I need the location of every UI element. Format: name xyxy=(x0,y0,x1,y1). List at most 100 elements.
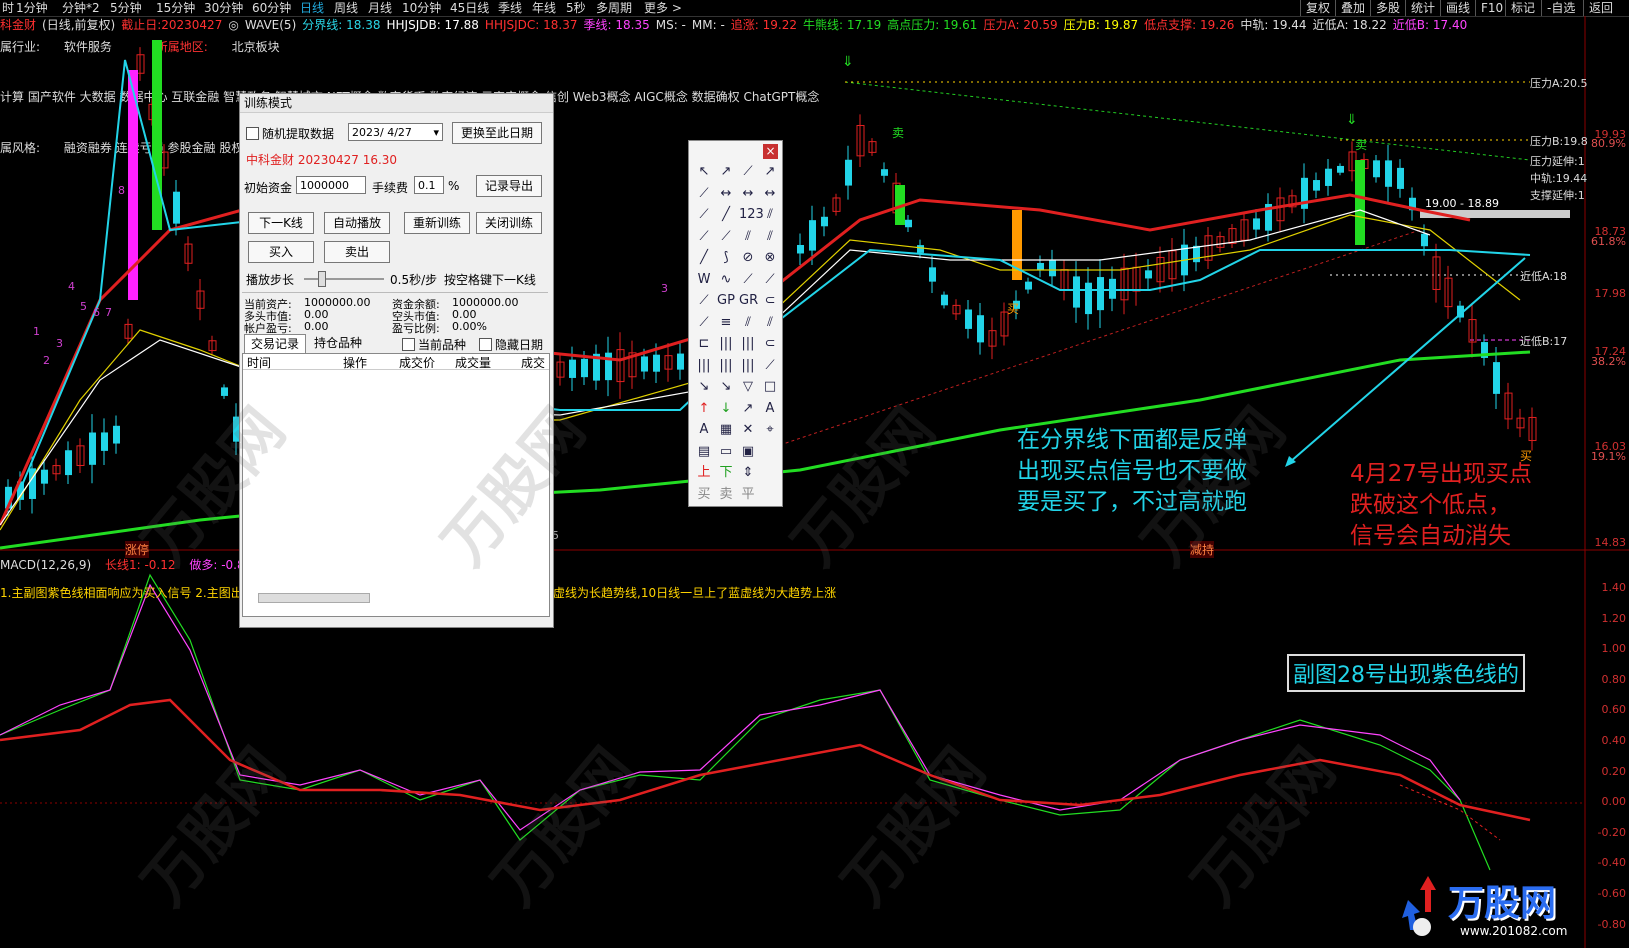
hide-date-checkbox[interactable] xyxy=(479,338,492,351)
drawing-tool-icon[interactable]: ╱ xyxy=(717,206,735,224)
drawing-tool-icon[interactable]: ⟆ xyxy=(717,249,735,267)
drawing-tool-icon[interactable]: ⫽ xyxy=(761,206,779,224)
drawing-tool-icon[interactable]: ||| xyxy=(739,357,757,375)
drawing-tool-icon[interactable]: 买 xyxy=(695,486,713,504)
drawing-tool-icon[interactable]: ||| xyxy=(717,335,735,353)
drawing-tool-icon[interactable]: ↑ xyxy=(695,400,713,418)
column-header[interactable]: 成交量 xyxy=(455,354,491,371)
column-header[interactable]: 成交价 xyxy=(399,354,435,371)
drawing-tool-icon[interactable]: ⟋ xyxy=(695,292,713,310)
drawing-toolbox[interactable]: × ↖ ↗ ⟋ ↗ ⟋ ↔ ↔ ↔ ⟋ ╱ 123 ⫽ ⟋ ⟋ ⫽ ⫽ ╱ ⟆ ⊘ ⊗ W ∿ ⟋ ⟋ ⟋ GP GR ⊂ ⟋ ≡ ⫽ ⫽ ⊏ |… xyxy=(688,140,783,507)
drawing-tool-icon[interactable]: 平 xyxy=(739,486,757,504)
buy-button[interactable]: 买入 xyxy=(248,241,314,263)
drawing-tool-icon[interactable]: 下 xyxy=(717,464,735,482)
column-header[interactable]: 操作 xyxy=(343,354,367,371)
drawing-tool-icon[interactable] xyxy=(761,443,779,461)
drawing-tool-icon[interactable]: ↘ xyxy=(695,378,713,396)
fee-label: 手续费 xyxy=(372,181,409,195)
drawing-tool-icon[interactable]: ⟋ xyxy=(761,271,779,289)
restart-button[interactable]: 重新训练 xyxy=(404,212,470,234)
macd-axis-tick: -0.20 xyxy=(1597,825,1626,839)
drawing-tool-icon[interactable]: ⟋ xyxy=(695,314,713,332)
axis-tick: 80.9% xyxy=(1591,137,1626,150)
drawing-tool-icon[interactable]: ||| xyxy=(717,357,735,375)
date-picker[interactable]: 2023/ 4/27 ▾ xyxy=(348,123,443,141)
column-header[interactable]: 时间 xyxy=(247,354,271,371)
drawing-tool-icon[interactable]: ⟋ xyxy=(695,228,713,246)
auto-play-button[interactable]: 自动播放 xyxy=(324,212,390,234)
drawing-tool-icon[interactable]: ▤ xyxy=(695,443,713,461)
drawing-tool-icon[interactable]: ⫽ xyxy=(739,314,757,332)
drawing-tool-icon[interactable]: ||| xyxy=(739,335,757,353)
drawing-tool-icon[interactable]: GP xyxy=(717,292,735,310)
drawing-tool-icon[interactable]: ▦ xyxy=(717,421,735,439)
drawing-tool-icon[interactable] xyxy=(761,464,779,482)
drawing-tool-icon[interactable]: ⟋ xyxy=(717,228,735,246)
drawing-tool-icon[interactable]: ⟋ xyxy=(739,163,757,181)
drawing-tool-icon[interactable]: ╱ xyxy=(695,249,713,267)
drawing-tool-icon[interactable]: ⊘ xyxy=(739,249,757,267)
drawing-tool-icon[interactable]: ⊗ xyxy=(761,249,779,267)
capital-input[interactable]: 1000000 xyxy=(296,176,366,194)
drawing-tool-icon[interactable]: ⌖ xyxy=(761,421,779,439)
drawing-tool-icon[interactable]: ⟋ xyxy=(761,357,779,375)
change-date-button[interactable]: 更换至此日期 xyxy=(452,122,542,144)
close-icon[interactable]: × xyxy=(763,144,778,159)
drawing-tool-icon[interactable]: ↗ xyxy=(761,163,779,181)
stock-info: 中科金财 20230427 16.30 xyxy=(246,153,398,167)
drawing-tool-icon[interactable]: ||| xyxy=(695,357,713,375)
drawing-tool-icon[interactable]: ⫽ xyxy=(761,228,779,246)
drawing-tool-icon[interactable]: □ xyxy=(761,378,779,396)
current-checkbox[interactable] xyxy=(402,338,415,351)
drawing-tool-icon[interactable]: ↗ xyxy=(739,400,757,418)
tab-holdings[interactable]: 持仓品种 xyxy=(308,334,368,352)
drawing-tool-icon[interactable]: ↔ xyxy=(739,185,757,203)
candle xyxy=(917,245,924,253)
drawing-tool-icon[interactable]: A xyxy=(761,400,779,418)
drawing-tool-icon[interactable]: ∿ xyxy=(717,271,735,289)
step-slider-thumb[interactable] xyxy=(318,271,326,287)
drawing-tool-icon[interactable]: ↖ xyxy=(695,163,713,181)
drawing-tool-icon[interactable]: ⊂ xyxy=(761,335,779,353)
drawing-tool-icon[interactable]: ⟋ xyxy=(695,185,713,203)
drawing-tool-icon[interactable]: ↓ xyxy=(717,400,735,418)
drawing-tool-icon[interactable]: ▽ xyxy=(739,378,757,396)
sell-button[interactable]: 卖出 xyxy=(324,241,390,263)
close-training-button[interactable]: 关闭训练 xyxy=(476,212,542,234)
drawing-tool-icon[interactable]: ⟋ xyxy=(695,206,713,224)
drawing-tool-icon[interactable]: ↘ xyxy=(717,378,735,396)
drawing-tool-icon[interactable]: ⊏ xyxy=(695,335,713,353)
drawing-tool-icon[interactable]: 卖 xyxy=(717,486,735,504)
drawing-tool-icon[interactable]: A xyxy=(695,421,713,439)
drawing-tool-icon[interactable]: ↔ xyxy=(717,185,735,203)
drawing-tool-icon[interactable]: ⫽ xyxy=(761,314,779,332)
drawing-tool-icon[interactable]: ▭ xyxy=(717,443,735,461)
dialog-title: 训练模式 xyxy=(240,94,553,113)
candle xyxy=(1325,168,1332,186)
drawing-tool-icon[interactable]: ✕ xyxy=(739,421,757,439)
drawing-tool-icon[interactable]: ↗ xyxy=(717,163,735,181)
drawing-tool-icon[interactable]: ▣ xyxy=(739,443,757,461)
drawing-tool-icon[interactable]: ↔ xyxy=(761,185,779,203)
step-slider[interactable] xyxy=(304,278,384,280)
drawing-tool-icon[interactable]: GR xyxy=(739,292,758,310)
drawing-tool-icon[interactable]: W xyxy=(695,271,713,289)
drawing-tool-icon[interactable]: ≡ xyxy=(717,314,735,332)
drawing-tool-icon[interactable]: ⇕ xyxy=(739,464,757,482)
column-header[interactable]: 成交 xyxy=(521,354,545,371)
sell-marker: 卖 xyxy=(1355,138,1368,152)
drawing-tool-icon[interactable]: ⫽ xyxy=(739,228,757,246)
export-button[interactable]: 记录导出 xyxy=(476,175,542,197)
drawing-tool-icon[interactable]: 上 xyxy=(695,464,713,482)
drawing-tool-icon[interactable] xyxy=(761,486,779,504)
next-k-button[interactable]: 下一K线 xyxy=(248,212,314,234)
tab-trades[interactable]: 交易记录 xyxy=(244,334,306,353)
h-scrollbar[interactable] xyxy=(258,593,370,603)
candle xyxy=(977,315,984,343)
fee-input[interactable]: 0.1 xyxy=(414,176,444,194)
drawing-tool-icon[interactable]: ⊂ xyxy=(761,292,779,310)
random-checkbox[interactable] xyxy=(246,127,259,140)
drawing-tool-icon[interactable]: 123 xyxy=(739,206,764,224)
drawing-tool-icon[interactable]: ⟋ xyxy=(739,271,757,289)
wave-num: 6 xyxy=(93,306,100,319)
